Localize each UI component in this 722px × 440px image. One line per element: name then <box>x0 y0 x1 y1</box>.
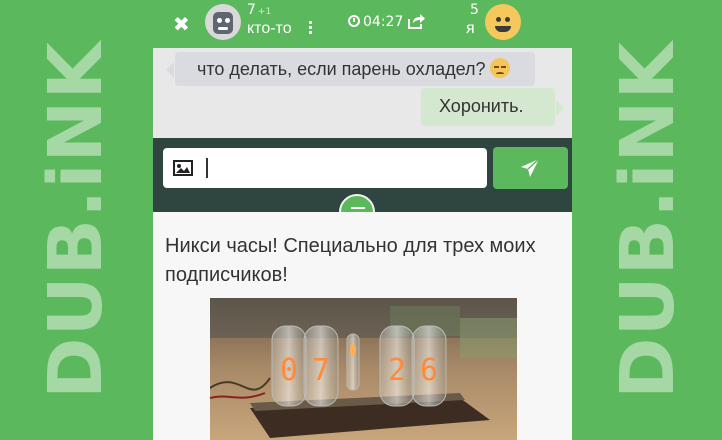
incoming-message-text: что делать, если парень охладел? <box>197 59 486 79</box>
image-icon[interactable] <box>173 160 193 176</box>
send-icon <box>521 158 540 177</box>
message-input[interactable] <box>163 148 487 188</box>
opponent-count: 7 <box>247 2 256 18</box>
nixie-tube: 2 <box>379 325 415 407</box>
close-icon[interactable]: ✖ <box>173 12 190 36</box>
avatar-mouth <box>495 26 511 32</box>
composer-bar <box>153 138 572 230</box>
avatar-mouth <box>218 27 228 30</box>
opponent-delta: +1 <box>257 7 272 17</box>
left-watermark-panel: DUB.iNK <box>0 0 153 440</box>
avatar-eye <box>217 18 222 23</box>
avatar-eye <box>225 18 230 23</box>
more-menu-icon[interactable] <box>309 21 313 36</box>
text-caret <box>206 158 208 178</box>
opponent-avatar[interactable] <box>205 4 241 40</box>
svg-text:0: 0 <box>280 353 298 388</box>
post-text: Никси часы! Специально для трех моих под… <box>165 235 536 286</box>
avatar-eye <box>505 17 510 22</box>
opponent-name: кто-то <box>247 20 292 37</box>
robot-face <box>213 12 233 34</box>
share-icon[interactable] <box>407 12 425 30</box>
svg-text:2: 2 <box>388 353 406 388</box>
outgoing-message: Хоронить. <box>421 88 564 126</box>
my-name: я <box>466 20 475 37</box>
outgoing-message-text: Хоронить. <box>439 96 524 116</box>
opponent-score: 7 +1 <box>247 2 271 20</box>
nixie-tube: 0 <box>271 325 307 407</box>
message-list[interactable]: что делать, если парень охладел? Хоронит… <box>153 48 572 138</box>
my-count: 5 <box>470 2 479 18</box>
top-bar: ✖ 7 +1 кто-то 04:27 5 я <box>153 0 572 48</box>
neon-indicator <box>346 333 360 391</box>
right-watermark-panel: DUB.iNK <box>572 0 722 440</box>
watermark-right: DUB.iNK <box>605 41 691 399</box>
sad-emoji-icon <box>489 58 510 78</box>
svg-text:7: 7 <box>312 353 330 388</box>
post: Никси часы! Специально для трех моих под… <box>153 212 572 440</box>
clock-icon <box>348 15 360 27</box>
chat-app: ✖ 7 +1 кто-то 04:27 5 я что делать, если… <box>153 0 572 440</box>
send-button[interactable] <box>493 147 568 189</box>
nixie-tube: 7 <box>303 325 339 407</box>
incoming-message: что делать, если парень охладел? <box>166 52 535 86</box>
watermark-left: DUB.iNK <box>33 41 119 399</box>
timer-value: 04:27 <box>363 14 404 30</box>
my-avatar[interactable] <box>485 4 521 40</box>
avatar-eye <box>496 17 501 22</box>
nixie-tube: 6 <box>411 325 447 407</box>
nixie-clock-photo[interactable]: 0 7 2 6 <box>210 298 517 440</box>
timer: 04:27 <box>348 14 403 30</box>
svg-text:6: 6 <box>420 353 438 388</box>
